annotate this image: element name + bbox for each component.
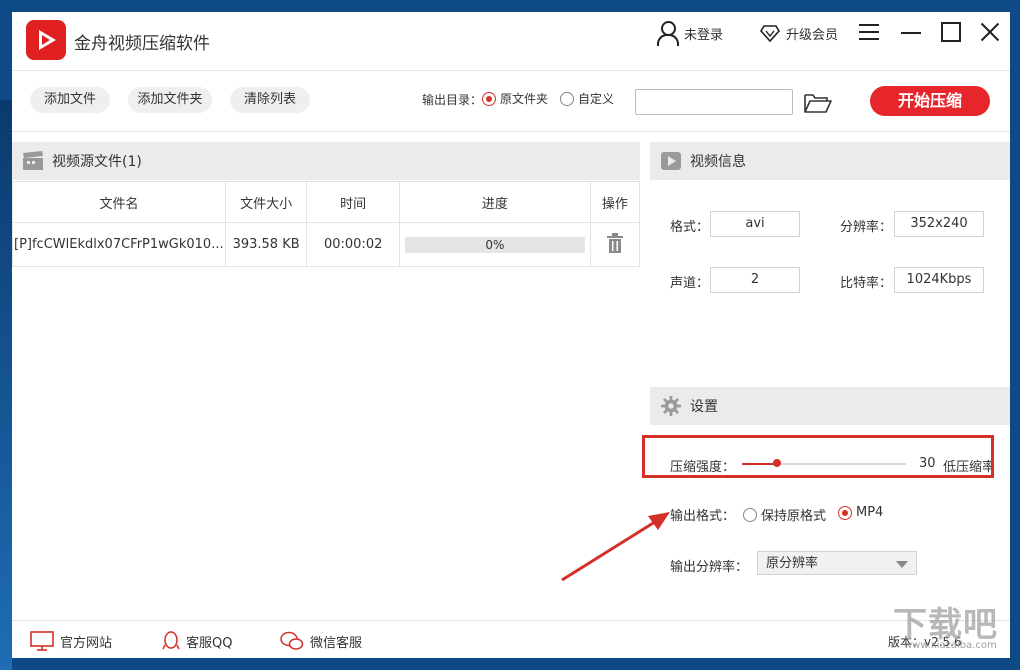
output-resolution-select[interactable]: 原分辨率 [757, 551, 917, 575]
file-table: 文件名 文件大小 时间 进度 操作 [P]fcCWlEkdlx07CFrP1wG… [12, 181, 641, 267]
wechat-label: 微信客服 [310, 635, 363, 651]
watermark-url: www.xiazaiba.com [904, 640, 997, 651]
col-progress: 进度 [398, 181, 591, 223]
format-label: 格式： [670, 220, 710, 235]
table-header-row: 文件名 文件大小 时间 进度 操作 [12, 181, 641, 223]
browse-folder-button[interactable] [803, 91, 833, 115]
format-mp4-radio[interactable]: MP4 [838, 505, 883, 520]
monitor-icon [30, 631, 54, 651]
video-info-header: 视频信息 [650, 142, 1010, 180]
watermark-logo: 下载吧 [893, 605, 998, 645]
format-keep-label: 保持原格式 [761, 509, 827, 524]
gear-icon [661, 396, 681, 416]
output-dir-label: 输出目录： [422, 93, 483, 107]
col-action: 操作 [589, 181, 641, 223]
login-label: 未登录 [684, 27, 724, 43]
title-bar: 金舟视频压缩软件 未登录 升级会员 [12, 12, 1010, 70]
settings-header: 设置 [650, 387, 1010, 425]
resolution-label: 分辨率： [840, 220, 893, 235]
desktop-background [0, 100, 12, 670]
menu-icon[interactable] [857, 20, 883, 46]
add-file-button[interactable]: 添加文件 [30, 87, 110, 113]
channel-label: 声道： [670, 276, 710, 291]
upgrade-vip-button[interactable]: 升级会员 [760, 20, 838, 46]
diamond-icon [760, 25, 780, 43]
trash-icon[interactable] [606, 232, 624, 253]
app-window: 金舟视频压缩软件 未登录 升级会员 添加文件 添加文件夹 清除列表 输出目录： … [12, 12, 1010, 658]
start-compress-button[interactable]: 开始压缩 [870, 86, 990, 116]
website-label: 官方网站 [60, 635, 113, 651]
user-icon [656, 20, 679, 46]
col-filename: 文件名 [12, 181, 226, 223]
app-title: 金舟视频压缩软件 [74, 34, 210, 54]
minimize-icon[interactable] [898, 20, 924, 46]
format-keep-radio[interactable]: 保持原格式 [743, 505, 826, 524]
radio-unchecked-icon [560, 91, 574, 106]
format-mp4-label: MP4 [856, 505, 884, 520]
col-duration: 时间 [306, 181, 400, 223]
output-resolution-value: 原分辨率 [766, 556, 819, 571]
annotation-arrow-icon [561, 512, 670, 582]
maximize-icon[interactable] [938, 20, 964, 46]
radio-checked-icon [838, 505, 852, 520]
progress-cell: 0% [398, 222, 591, 267]
close-icon[interactable] [978, 20, 1004, 46]
wechat-icon [280, 631, 304, 650]
add-folder-button[interactable]: 添加文件夹 [128, 87, 212, 113]
action-cell [589, 222, 641, 267]
settings-title: 设置 [690, 399, 718, 415]
radio-unchecked-icon [743, 507, 757, 522]
channel-value: 2 [710, 267, 800, 293]
highlight-box [642, 435, 994, 478]
progress-text: 0% [485, 237, 505, 252]
video-play-icon [661, 152, 681, 170]
progress-bar: 0% [404, 236, 585, 253]
resolution-value: 352x240 [894, 211, 984, 237]
chevron-down-icon [896, 561, 908, 568]
source-files-title: 视频源文件(1) [52, 154, 142, 170]
source-files-header: 视频源文件(1) [12, 142, 640, 180]
file-name-cell: [P]fcCWlEkdlx07CFrP1wGk010... [12, 222, 226, 267]
folder-open-icon [804, 94, 832, 113]
table-row[interactable]: [P]fcCWlEkdlx07CFrP1wGk010... 393.58 KB … [12, 222, 641, 267]
website-link[interactable]: 官方网站 [30, 631, 112, 651]
output-dir-source-radio[interactable]: 原文件夹 [482, 90, 548, 107]
radio-checked-icon [482, 91, 496, 106]
file-duration-cell: 00:00:02 [306, 222, 400, 267]
qq-support-link[interactable]: 客服QQ [162, 631, 232, 651]
qq-icon [162, 631, 180, 650]
bitrate-value: 1024Kbps [894, 267, 984, 293]
file-size-cell: 393.58 KB [224, 222, 308, 267]
qq-label: 客服QQ [186, 635, 233, 651]
video-info-title: 视频信息 [690, 154, 746, 170]
upgrade-label: 升级会员 [786, 27, 839, 43]
wechat-support-link[interactable]: 微信客服 [280, 631, 362, 651]
output-dir-custom-label: 自定义 [578, 92, 615, 106]
clear-list-button[interactable]: 清除列表 [230, 87, 310, 113]
footer: 官方网站 客服QQ 微信客服 版本：v2.5.6 [12, 620, 1010, 658]
clapperboard-icon [23, 151, 43, 170]
output-dir-source-label: 原文件夹 [500, 92, 549, 106]
toolbar: 添加文件 添加文件夹 清除列表 输出目录： 原文件夹 自定义 开始压缩 [12, 70, 1010, 132]
col-filesize: 文件大小 [224, 181, 308, 223]
bitrate-label: 比特率： [840, 276, 893, 291]
format-value: avi [710, 211, 800, 237]
login-button[interactable]: 未登录 [656, 20, 723, 46]
output-dir-custom-radio[interactable]: 自定义 [560, 90, 614, 107]
app-logo-icon [26, 20, 66, 60]
output-path-input[interactable] [635, 89, 793, 115]
